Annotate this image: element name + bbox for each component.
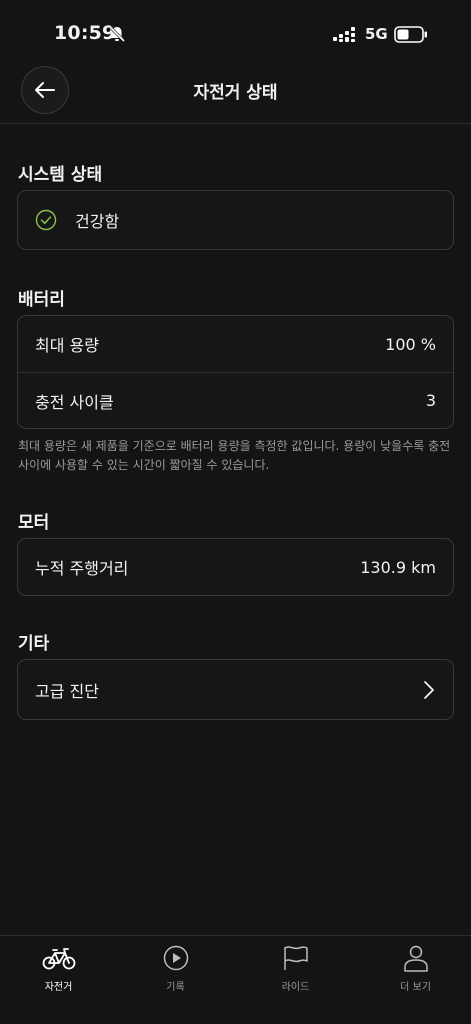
charge-cycle-label: 충전 사이클 <box>35 392 114 412</box>
tab-bar: 자전거 기록 라이드 더 보기 <box>0 935 471 1024</box>
other-card: 고급 진단 <box>17 659 454 720</box>
person-icon <box>403 945 428 972</box>
system-status-row: 건강함 <box>18 191 453 249</box>
charge-cycle-value: 3 <box>425 391 436 410</box>
system-state-label: 건강함 <box>75 212 120 231</box>
odometer-row: 누적 주행거리 130.9 km <box>18 539 453 595</box>
battery-icon <box>394 26 427 43</box>
flag-icon <box>283 946 308 970</box>
odometer-value: 130.9 km <box>360 557 436 577</box>
tab-more[interactable]: 더 보기 <box>357 936 471 1006</box>
system-status-title: 시스템 상태 <box>18 165 103 185</box>
page-title: 자전거 상태 <box>193 83 278 103</box>
system-status-card: 건강함 <box>17 190 454 250</box>
bell-muted-icon <box>108 25 126 43</box>
max-capacity-value: 100 % <box>385 334 436 354</box>
max-capacity-row: 최대 용량 100 % <box>18 316 453 372</box>
tab-more-label: 더 보기 <box>400 982 431 993</box>
odometer-label: 누적 주행거리 <box>35 559 129 578</box>
battery-note: 최대 용량은 새 제품을 기준으로 배터리 용량을 측정한 값입니다. 용량이 … <box>18 439 451 472</box>
bike-icon <box>42 948 75 970</box>
tab-history-label: 기록 <box>166 982 185 993</box>
header: 자전거 상태 <box>0 66 471 124</box>
other-title: 기타 <box>18 634 50 654</box>
signal-icon <box>333 27 355 42</box>
battery-title: 배터리 <box>18 290 65 310</box>
status-time: 10:59 <box>54 22 116 44</box>
tab-bike-label: 자전거 <box>44 982 73 993</box>
motor-title: 모터 <box>18 513 50 533</box>
tab-ride[interactable]: 라이드 <box>237 936 354 1006</box>
status-bar: 10:59 5G <box>0 0 471 70</box>
motor-card: 누적 주행거리 130.9 km <box>17 538 454 596</box>
tab-bike[interactable]: 자전거 <box>0 936 117 1006</box>
tab-history[interactable]: 기록 <box>117 936 234 1006</box>
check-circle-icon <box>35 209 57 231</box>
network-type: 5G <box>365 25 388 43</box>
play-circle-icon <box>163 945 188 971</box>
max-capacity-label: 최대 용량 <box>35 336 99 355</box>
battery-card: 최대 용량 100 % 충전 사이클 3 <box>17 315 454 429</box>
advanced-diagnostics-label: 고급 진단 <box>35 681 99 701</box>
advanced-diagnostics-row[interactable]: 고급 진단 <box>18 660 453 719</box>
chevron-right-icon <box>424 680 434 699</box>
tab-ride-label: 라이드 <box>281 982 310 993</box>
charge-cycle-row: 충전 사이클 3 <box>18 372 453 428</box>
